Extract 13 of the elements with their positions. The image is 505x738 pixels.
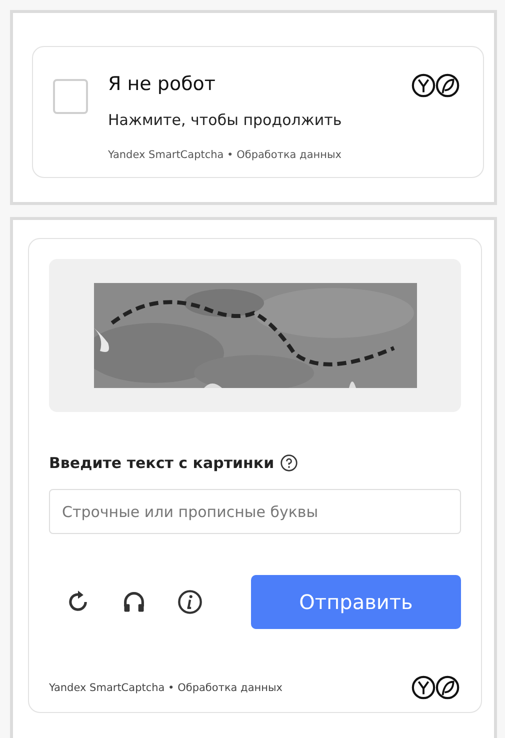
footer-text: Yandex SmartCaptcha • Обработка данных [49,682,282,694]
headphones-icon[interactable] [121,589,147,615]
checkbox[interactable] [53,79,88,114]
captcha-title: Я не робот [108,73,216,95]
logo-icon [411,73,461,98]
logo-icon [411,675,461,700]
field-label: Введите текст с картинки [49,454,274,472]
footer-text: Yandex SmartCaptcha • Обработка данных [108,149,342,161]
captcha-subtitle: Нажмите, чтобы продолжить [108,111,343,129]
input-field[interactable]: Строчные или прописные буквы [49,489,461,534]
help-icon[interactable] [280,454,298,472]
info-icon[interactable] [177,589,203,615]
submit-button[interactable]: Отправить [251,575,461,629]
